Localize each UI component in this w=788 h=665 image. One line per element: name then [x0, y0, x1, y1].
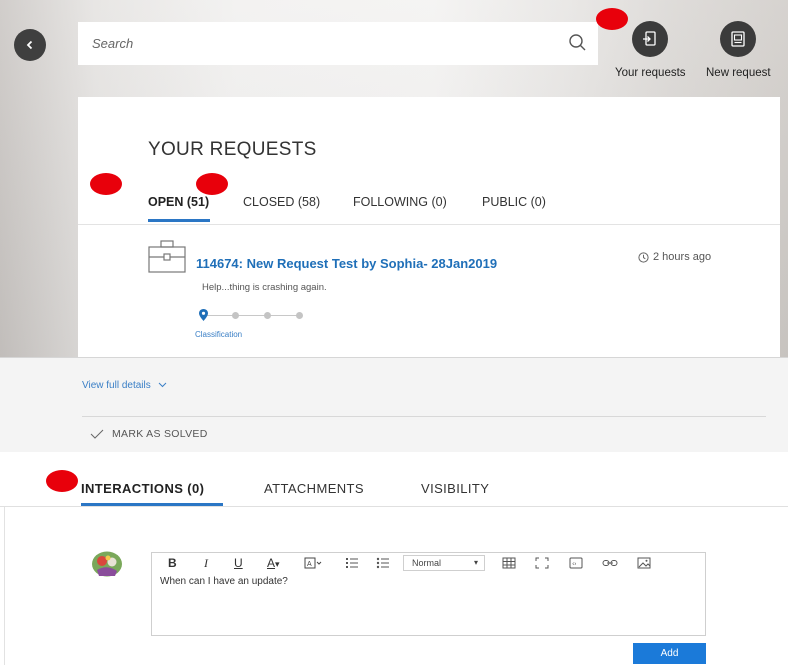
- clock-icon: [638, 251, 649, 263]
- tab-attachments[interactable]: ATTACHMENTS: [264, 481, 364, 496]
- request-description: Help...thing is crashing again.: [202, 282, 327, 293]
- format-select-value: Normal: [412, 558, 442, 568]
- progress-step: [264, 312, 271, 319]
- bullet-list-icon[interactable]: [376, 557, 390, 569]
- divider: [78, 224, 780, 225]
- chevron-left-icon: [26, 40, 33, 50]
- mark-as-solved-button[interactable]: MARK AS SOLVED: [90, 428, 208, 440]
- avatar: [92, 551, 122, 577]
- source-code-icon[interactable]: ‹›: [569, 557, 583, 569]
- location-pin-icon: [199, 309, 208, 321]
- progress-label: Classification: [195, 330, 243, 339]
- progress-step: [232, 312, 239, 319]
- view-full-details-label: View full details: [82, 380, 151, 391]
- divider: [4, 507, 5, 665]
- new-request-label: New request: [706, 67, 771, 79]
- divider: [0, 506, 788, 507]
- underline-button[interactable]: U: [234, 555, 243, 571]
- page-title: YOUR REQUESTS: [148, 139, 317, 160]
- numbered-list-icon[interactable]: [345, 557, 359, 569]
- svg-text:A: A: [307, 561, 312, 568]
- checkmark-icon: [90, 429, 104, 439]
- progress-line: [204, 315, 300, 316]
- image-icon[interactable]: [637, 557, 651, 569]
- annotation-marker: [90, 173, 122, 195]
- tab-following[interactable]: FOLLOWING (0): [353, 195, 447, 209]
- divider: [82, 416, 766, 417]
- search-box: [78, 22, 598, 65]
- background-color-icon[interactable]: A: [304, 557, 322, 569]
- new-request-button[interactable]: New request: [706, 21, 771, 79]
- your-requests-button[interactable]: Your requests: [615, 21, 686, 79]
- font-color-label: A: [267, 556, 276, 570]
- format-select[interactable]: Normal ▾: [403, 555, 485, 571]
- request-title-link[interactable]: 114674: New Request Test by Sophia- 28Ja…: [196, 256, 497, 271]
- briefcase-icon: [148, 240, 186, 273]
- tab-closed[interactable]: CLOSED (58): [243, 195, 320, 209]
- requests-card: [78, 97, 780, 357]
- tab-open[interactable]: OPEN (51): [148, 195, 209, 209]
- annotation-marker: [46, 470, 78, 492]
- comment-editor[interactable]: B I U A▾ A Normal ▾ ‹› When can I have an…: [151, 552, 706, 636]
- progress-tracker: [198, 308, 308, 324]
- progress-step: [296, 312, 303, 319]
- editor-text: When can I have an update?: [160, 576, 288, 587]
- fullscreen-icon[interactable]: [535, 557, 549, 569]
- annotation-marker: [596, 8, 628, 30]
- request-time: 2 hours ago: [638, 251, 711, 263]
- dropdown-caret-icon: ▾: [473, 558, 478, 567]
- add-button[interactable]: Add: [633, 643, 706, 664]
- editor-toolbar: B I U A▾ A Normal ▾ ‹›: [152, 553, 705, 573]
- active-tab-indicator: [148, 219, 210, 222]
- mark-as-solved-label: MARK AS SOLVED: [112, 428, 208, 440]
- svg-text:‹›: ‹›: [572, 562, 576, 568]
- annotation-marker: [196, 173, 228, 195]
- chevron-down-icon: [158, 382, 166, 388]
- new-request-icon: [720, 21, 757, 57]
- view-full-details-link[interactable]: View full details: [82, 380, 167, 391]
- tab-public[interactable]: PUBLIC (0): [482, 195, 546, 209]
- requests-icon: [632, 21, 669, 57]
- search-input[interactable]: [78, 22, 558, 65]
- font-color-button[interactable]: A▾: [267, 555, 280, 572]
- table-icon[interactable]: [502, 557, 516, 569]
- italic-button[interactable]: I: [204, 555, 208, 571]
- back-button[interactable]: [14, 29, 46, 61]
- tab-interactions[interactable]: INTERACTIONS (0): [81, 481, 204, 496]
- your-requests-label: Your requests: [615, 67, 686, 79]
- bold-button[interactable]: B: [168, 555, 177, 571]
- search-icon[interactable]: [568, 33, 588, 53]
- link-icon[interactable]: [602, 557, 618, 569]
- tab-visibility[interactable]: VISIBILITY: [421, 481, 489, 496]
- request-time-text: 2 hours ago: [653, 251, 712, 263]
